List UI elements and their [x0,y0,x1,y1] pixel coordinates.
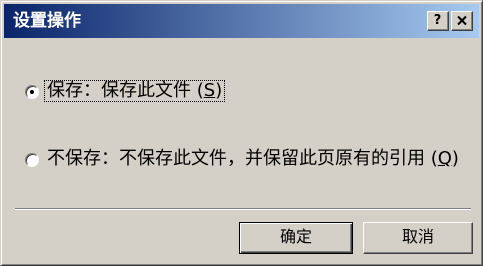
ok-button[interactable]: 确定 [239,222,353,254]
accel-close: ) [451,148,459,169]
accel-open: ( [425,148,438,169]
help-button[interactable]: ? [427,11,449,31]
option-save-label[interactable]: 保存：保存此文件 (S) [43,80,226,102]
separator [15,208,471,210]
accel-close: ) [215,80,223,101]
option-dont-save-label[interactable]: 不保存：不保存此文件，并保留此页原有的引用 (Q) [45,149,461,169]
dialog-window: 设置操作 ? 保存：保存此文件 (S) 不保存：不保存此文件，并保留此页原有的引… [0,0,483,266]
help-icon: ? [433,13,442,28]
close-icon [457,15,467,26]
dialog-title: 设置操作 [13,11,81,31]
radio-dot [30,90,34,94]
accel-key: S [203,80,216,101]
option-save-text: 保存：保存此文件 [47,80,191,101]
option-dont-save[interactable]: 不保存：不保存此文件，并保留此页原有的引用 (Q) [21,148,469,172]
title-bar[interactable]: 设置操作 ? [4,4,479,38]
option-dont-save-text: 不保存：不保存此文件，并保留此页原有的引用 [47,148,425,169]
close-button[interactable] [451,11,473,31]
accel-key: Q [437,148,452,169]
cancel-button[interactable]: 取消 [363,222,473,254]
radio-dont-save[interactable] [25,153,39,167]
radio-save[interactable] [25,85,39,99]
accel-open: ( [191,80,204,101]
option-save[interactable]: 保存：保存此文件 (S) [21,80,231,104]
